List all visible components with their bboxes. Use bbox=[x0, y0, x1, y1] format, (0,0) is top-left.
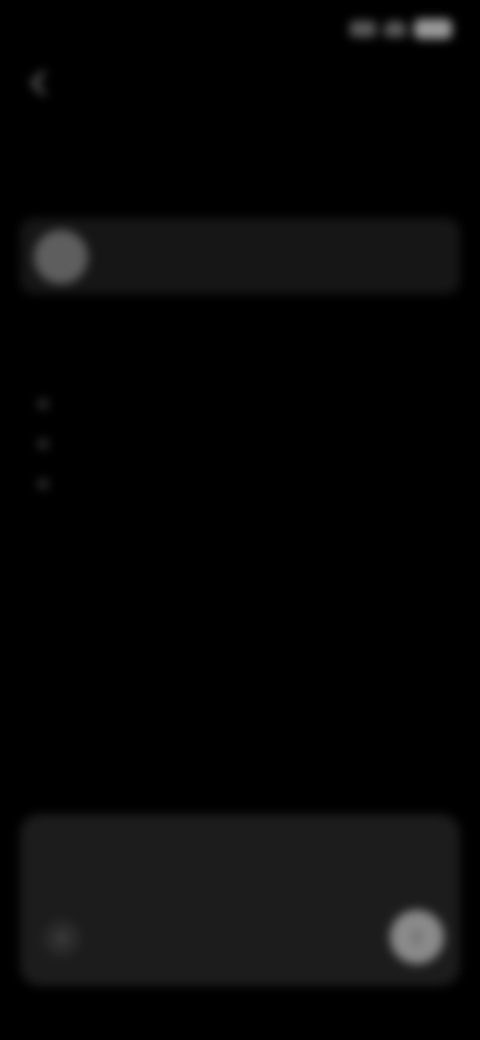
status-icons bbox=[342, 14, 452, 44]
signal-icon bbox=[350, 21, 376, 37]
message-composer: + ↑ bbox=[20, 814, 460, 986]
account-name bbox=[106, 242, 346, 270]
message-input[interactable] bbox=[56, 854, 356, 882]
status-time bbox=[30, 14, 120, 44]
list-item bbox=[38, 384, 438, 424]
avatar bbox=[34, 230, 88, 284]
send-icon[interactable]: ↑ bbox=[390, 910, 444, 964]
account-card[interactable] bbox=[20, 218, 460, 294]
permission-list bbox=[38, 384, 438, 504]
chevron-left-icon bbox=[30, 70, 56, 96]
back-button[interactable] bbox=[28, 64, 188, 102]
wifi-icon bbox=[384, 21, 406, 37]
account-action-link[interactable] bbox=[358, 242, 438, 270]
bullet-icon bbox=[38, 399, 48, 409]
list-item bbox=[38, 464, 438, 504]
plus-icon[interactable]: + bbox=[44, 920, 80, 956]
bullet-icon bbox=[38, 439, 48, 449]
battery-icon bbox=[414, 19, 452, 39]
blurred-screen: + ↑ bbox=[0, 0, 480, 1040]
bullet-icon bbox=[38, 479, 48, 489]
list-item bbox=[38, 424, 438, 464]
status-bar bbox=[0, 0, 480, 60]
